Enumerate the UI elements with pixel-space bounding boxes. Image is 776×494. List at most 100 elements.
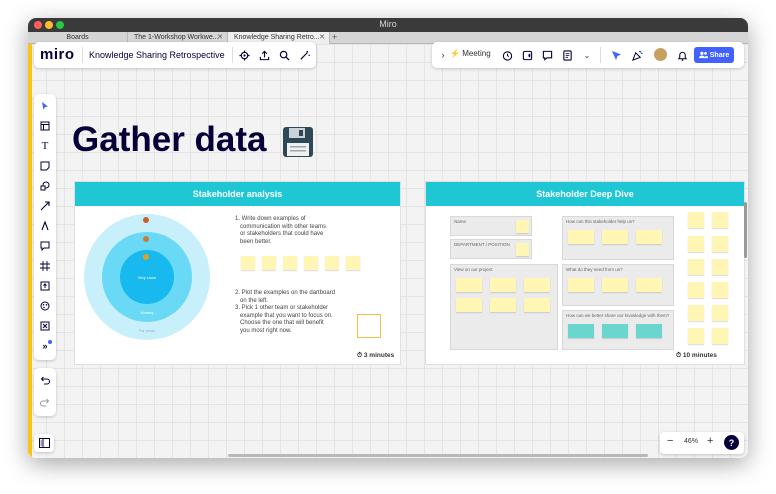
section-label: Name [454,219,467,224]
upload-tool-icon[interactable] [37,278,53,294]
zoom-controls: − 46% + ? [660,432,744,454]
comment-icon[interactable] [540,48,554,62]
sticky-note[interactable] [262,256,276,270]
board-name[interactable]: Knowledge Sharing Retrospective [89,50,225,60]
sticky-note[interactable] [346,256,360,270]
timer-icon[interactable] [500,48,514,62]
sticky-note[interactable] [524,278,550,292]
focus-placeholder[interactable] [357,314,381,338]
zoom-out-button[interactable]: − [667,435,673,447]
sticky-note[interactable] [456,298,482,312]
comment-tool-icon[interactable] [37,238,53,254]
text-tool-icon[interactable]: T [37,138,53,154]
miro-logo[interactable]: miro [40,46,75,63]
zoom-level[interactable]: 46% [684,438,698,445]
sticky-note[interactable] [712,259,728,275]
shapes-tool-icon[interactable] [37,178,53,194]
sticky-note[interactable] [602,278,628,292]
divider [600,47,601,63]
meeting-button[interactable]: ⚡ Meeting [450,49,491,58]
bell-icon[interactable] [675,48,689,62]
timer-text: 10 minutes [682,352,717,359]
undo-icon[interactable] [37,372,53,388]
sticky-note[interactable] [490,278,516,292]
frame-tool-icon[interactable] [37,258,53,274]
sticky-note[interactable] [688,305,704,321]
person-marker[interactable] [143,254,149,260]
avatar[interactable] [653,47,668,62]
sticky-note[interactable] [568,230,594,244]
instruction-line: 3. Pick 1 other team or stakeholder [235,305,329,311]
sticky-note[interactable] [636,230,662,244]
new-tab-button[interactable]: + [332,32,337,42]
instruction-line: 2. Plot the examples on the dartboard [235,290,336,296]
frame-stakeholder-deep-dive[interactable]: Stakeholder Deep Dive Name DEPARTMENT / … [426,182,744,364]
sticky-note[interactable] [241,256,255,270]
sticky-note[interactable] [283,256,297,270]
arrow-tool-icon[interactable] [37,198,53,214]
sticky-note[interactable] [568,324,594,338]
sticky-note[interactable] [636,324,662,338]
redo-icon[interactable] [37,394,53,410]
templates-tool-icon[interactable] [37,118,53,134]
settings-icon[interactable] [237,48,251,62]
instruction-line: or stakeholders that could have [240,231,324,237]
frame-stakeholder-analysis[interactable]: Stakeholder analysis Very close Nearby F… [75,182,400,364]
page-title[interactable]: Gather data [72,120,314,160]
sticky-note[interactable] [688,282,704,298]
person-marker[interactable] [143,217,149,223]
sticky-note[interactable] [712,328,728,344]
select-tool-icon[interactable] [37,98,53,114]
sticky-note[interactable] [688,328,704,344]
board-panel-button[interactable] [34,434,54,452]
instruction-line: on the left. [240,297,269,304]
divider [82,47,83,63]
zoom-in-button[interactable]: + [707,435,713,447]
sticky-note[interactable] [602,230,628,244]
sticky-note[interactable] [712,236,728,252]
sticky-note[interactable] [688,236,704,252]
notes-icon[interactable] [560,48,574,62]
pen-tool-icon[interactable] [37,218,53,234]
person-marker[interactable] [143,236,149,242]
sticky-note[interactable] [325,256,339,270]
sticky-note[interactable] [712,282,728,298]
sticky-note[interactable] [524,298,550,312]
celebrate-icon[interactable] [630,48,644,62]
sticky-note[interactable] [568,278,594,292]
vertical-scrollbar[interactable] [744,202,747,258]
help-button[interactable]: ? [724,435,739,450]
video-icon[interactable] [520,48,534,62]
sticky-note[interactable] [304,256,318,270]
sticky-note[interactable] [516,220,529,233]
chevron-right-icon[interactable]: › [436,48,450,62]
cursor-icon[interactable] [609,48,623,62]
sticky-note[interactable] [688,212,704,228]
sticky-note[interactable] [602,324,628,338]
undo-redo-toolbar [34,368,56,416]
close-box-tool-icon[interactable] [37,318,53,334]
sticky-note[interactable] [456,278,482,292]
sticky-note[interactable] [516,243,529,256]
tab-label: Boards [66,34,89,41]
sticky-note[interactable] [688,259,704,275]
search-icon[interactable] [277,48,291,62]
sticky-note-tool-icon[interactable] [37,158,53,174]
instruction-line: example that you want to focus on. [240,312,333,319]
horizontal-scrollbar[interactable] [228,454,648,457]
upload-icon[interactable] [257,48,271,62]
chevron-double-down-icon[interactable]: ⌄ [580,48,594,62]
magic-icon[interactable] [297,48,311,62]
sticky-note[interactable] [490,298,516,312]
palette-tool-icon[interactable] [37,298,53,314]
instruction-line: 1. Write down examples of [235,216,306,222]
sticky-note[interactable] [712,212,728,228]
floppy-disk-icon [283,126,314,157]
frame-header: Stakeholder Deep Dive [426,182,744,206]
sticky-note[interactable] [712,305,728,321]
close-tab-icon[interactable]: ✕ [319,33,325,41]
frame-title: Stakeholder Deep Dive [536,189,634,199]
sticky-note[interactable] [636,278,662,292]
share-button[interactable]: Share [694,47,734,63]
close-tab-icon[interactable]: ✕ [217,33,223,41]
